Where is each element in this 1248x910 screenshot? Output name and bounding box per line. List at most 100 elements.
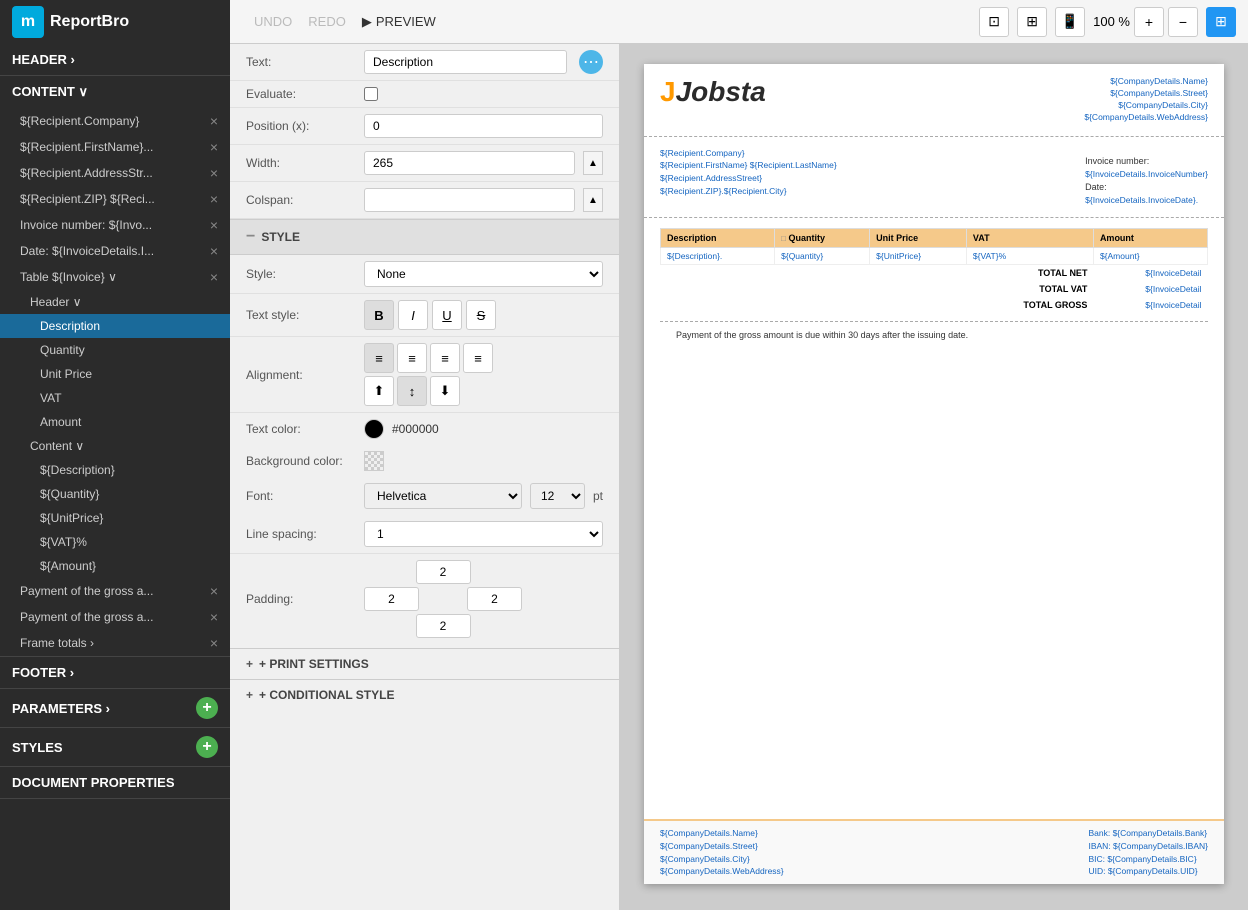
parameters-section-header[interactable]: PARAMETERS › + [0,689,230,727]
sidebar-item-invoice-number[interactable]: Invoice number: ${Invo... × [0,212,230,238]
header-section-header[interactable]: HEADER › [0,44,230,75]
content-section: CONTENT ∨ ${Recipient.Company} × ${Recip… [0,76,230,657]
sidebar: HEADER › CONTENT ∨ ${Recipient.Company} … [0,44,230,910]
remove-recipient-address-icon[interactable]: × [210,165,218,181]
sidebar-item-recipient-address[interactable]: ${Recipient.AddressStr... × [0,160,230,186]
remove-recipient-firstname-icon[interactable]: × [210,139,218,155]
print-settings-section[interactable]: + + PRINT SETTINGS [230,648,619,679]
fit-width-button[interactable]: ⊞ [1017,7,1047,37]
font-size-select[interactable]: 12 [530,483,585,509]
colspan-input[interactable] [364,188,575,212]
sidebar-item-payment2[interactable]: Payment of the gross a... × [0,604,230,630]
font-select[interactable]: Helvetica [364,483,522,509]
table-body: ${Description}. ${Quantity} ${UnitPrice}… [661,248,1208,314]
company-street: ${CompanyDetails.Street} [1084,88,1208,100]
sidebar-item-var-quantity[interactable]: ${Quantity} [0,482,230,506]
content-section-header[interactable]: CONTENT ∨ [0,76,230,108]
text-style-buttons: B I U S [364,300,496,330]
sidebar-item-var-amount[interactable]: ${Amount} [0,554,230,578]
mobile-view-button[interactable]: 📱 [1055,7,1085,37]
text-input[interactable] [364,50,567,74]
logo-icon: m [12,6,44,38]
bold-button[interactable]: B [364,300,394,330]
undo-button[interactable]: UNDO [254,14,292,29]
footer-section-header[interactable]: FOOTER › [0,657,230,688]
invoice-table: Description □ Quantity Unit Price VAT Am… [660,228,1208,313]
more-options-button[interactable]: ⋯ [579,50,603,74]
style-collapse-icon[interactable]: − [246,228,255,246]
company-web: ${CompanyDetails.WebAddress} [1084,112,1208,124]
padding-bottom-input[interactable] [416,614,471,638]
add-style-button[interactable]: + [196,736,218,758]
canvas-area: JJobsta ${CompanyDetails.Name} ${Company… [620,44,1248,910]
align-left-button[interactable]: ≡ [364,343,394,373]
align-right-button[interactable]: ≡ [430,343,460,373]
sidebar-item-recipient-firstname[interactable]: ${Recipient.FirstName}... × [0,134,230,160]
remove-invoice-number-icon[interactable]: × [210,217,218,233]
valign-top-button[interactable]: ⬆ [364,376,394,406]
sidebar-item-quantity[interactable]: Quantity [0,338,230,362]
valign-middle-button[interactable]: ↕ [397,376,427,406]
add-parameter-button[interactable]: + [196,697,218,719]
footer-bank: Bank: ${CompanyDetails.Bank} [1088,827,1208,840]
remove-table-icon[interactable]: × [210,269,218,285]
sidebar-item-date[interactable]: Date: ${InvoiceDetails.I... × [0,238,230,264]
remove-payment2-icon[interactable]: × [210,609,218,625]
sidebar-item-recipient-zip[interactable]: ${Recipient.ZIP} ${Reci... × [0,186,230,212]
underline-button[interactable]: U [432,300,462,330]
position-input[interactable] [364,114,603,138]
evaluate-checkbox[interactable] [364,87,378,101]
strikethrough-button[interactable]: S [466,300,496,330]
sidebar-item-frame-totals[interactable]: Frame totals › × [0,630,230,656]
colspan-row: Colspan: ▲ [230,182,619,219]
styles-section-header[interactable]: STYLES + [0,728,230,766]
sidebar-item-payment1[interactable]: Payment of the gross a... × [0,578,230,604]
company-city: ${CompanyDetails.City} [1084,100,1208,112]
sidebar-item-amount[interactable]: Amount [0,410,230,434]
remove-payment1-icon[interactable]: × [210,583,218,599]
sidebar-item-vat[interactable]: VAT [0,386,230,410]
fit-page-button[interactable]: ⊡ [979,7,1009,37]
sidebar-item-var-description[interactable]: ${Description} [0,458,230,482]
sidebar-item-table-header[interactable]: Header ∨ [0,290,230,314]
sidebar-item-var-unitprice[interactable]: ${UnitPrice} [0,506,230,530]
sidebar-item-table-content[interactable]: Content ∨ [0,434,230,458]
width-row: Width: ▲ [230,145,619,182]
sidebar-item-recipient-company[interactable]: ${Recipient.Company} × [0,108,230,134]
alignment-buttons: ≡ ≡ ≡ ≡ ⬆ ↕ ⬇ [364,343,493,406]
remove-recipient-zip-icon[interactable]: × [210,191,218,207]
preview-button[interactable]: ▶ PREVIEW [362,14,436,30]
valign-bottom-button[interactable]: ⬇ [430,376,460,406]
bg-color-swatch[interactable] [364,451,384,471]
sidebar-item-var-vat[interactable]: ${VAT}% [0,530,230,554]
conditional-style-section[interactable]: + + CONDITIONAL STYLE [230,679,619,710]
sidebar-item-description[interactable]: Description [0,314,230,338]
remove-date-icon[interactable]: × [210,243,218,259]
padding-right-input[interactable] [467,587,522,611]
redo-button[interactable]: REDO [308,14,346,29]
sidebar-item-unit-price[interactable]: Unit Price [0,362,230,386]
padding-top-input[interactable] [416,560,471,584]
doc-props-section-header[interactable]: DOCUMENT PROPERTIES [0,767,230,798]
sidebar-item-table[interactable]: Table ${Invoice} ∨ × [0,264,230,290]
style-select[interactable]: None [364,261,603,287]
width-input[interactable] [364,151,575,175]
remove-frame-totals-icon[interactable]: × [210,635,218,651]
zoom-out-button[interactable]: − [1168,7,1198,37]
line-spacing-select[interactable]: 1 [364,521,603,547]
style-section-header: − STYLE [230,219,619,255]
grid-view-button[interactable]: ⊞ [1206,7,1236,37]
width-increment[interactable]: ▲ [583,151,603,175]
italic-button[interactable]: I [398,300,428,330]
align-justify-button[interactable]: ≡ [463,343,493,373]
text-color-label: Text color: [246,422,356,436]
zoom-in-button[interactable]: + [1134,7,1164,37]
remove-recipient-company-icon[interactable]: × [210,113,218,129]
text-color-swatch[interactable] [364,419,384,439]
colspan-increment[interactable]: ▲ [583,188,603,212]
payment-text: Payment of the gross amount is due withi… [660,321,1208,348]
padding-left-input[interactable] [364,587,419,611]
print-settings-label: + PRINT SETTINGS [259,657,369,671]
align-center-button[interactable]: ≡ [397,343,427,373]
td-amount: ${Amount} [1093,248,1207,265]
